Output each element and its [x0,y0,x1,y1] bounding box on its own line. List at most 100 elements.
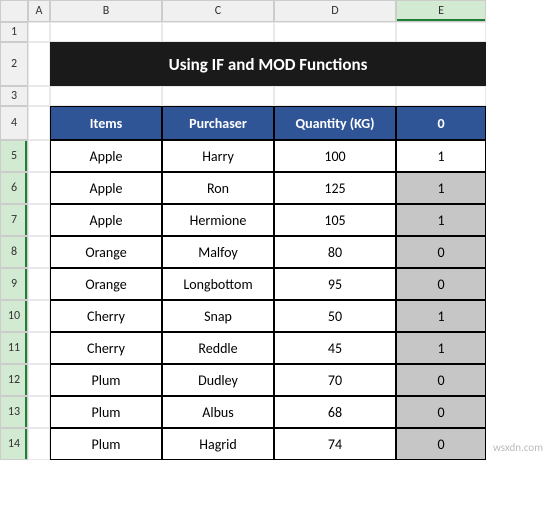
col-header-c[interactable]: C [162,0,274,22]
row-header-1[interactable]: 1 [0,22,28,42]
col-header-a[interactable]: A [28,0,50,22]
cell-e[interactable]: 0 [396,268,486,300]
table-row: 5 AppleHarry1001 [0,140,549,172]
row-header-10[interactable]: 10 [0,300,28,332]
cell-c3[interactable] [162,86,274,106]
cell-a13[interactable] [28,396,50,428]
table-row: 6 AppleRon1251 [0,172,549,204]
cell-a7[interactable] [28,204,50,236]
cell-quantity[interactable]: 80 [274,236,396,268]
row-header-13[interactable]: 13 [0,396,28,428]
row-header-11[interactable]: 11 [0,332,28,364]
cell-a12[interactable] [28,364,50,396]
cell-item[interactable]: Apple [50,140,162,172]
cell-a11[interactable] [28,332,50,364]
table-row: 9 OrangeLongbottom950 [0,268,549,300]
cell-c1[interactable] [162,22,274,42]
cell-e[interactable]: 1 [396,332,486,364]
row-2: 2 Using IF and MOD Functions [0,42,549,86]
row-header-7[interactable]: 7 [0,204,28,236]
cell-a1[interactable] [28,22,50,42]
cell-e[interactable]: 0 [396,364,486,396]
cell-e[interactable]: 1 [396,300,486,332]
cell-purchaser[interactable]: Reddle [162,332,274,364]
cell-a5[interactable] [28,140,50,172]
cell-e[interactable]: 0 [396,396,486,428]
cell-a3[interactable] [28,86,50,106]
row-header-12[interactable]: 12 [0,364,28,396]
cell-item[interactable]: Orange [50,236,162,268]
table-row: 8 OrangeMalfoy800 [0,236,549,268]
cell-a4[interactable] [28,106,50,140]
cell-purchaser[interactable]: Malfoy [162,236,274,268]
cell-purchaser[interactable]: Snap [162,300,274,332]
header-e[interactable]: 0 [396,106,486,140]
row-header-14[interactable]: 14 [0,428,28,460]
cell-item[interactable]: Plum [50,428,162,460]
cell-item[interactable]: Cherry [50,300,162,332]
cell-e[interactable]: 1 [396,204,486,236]
cell-purchaser[interactable]: Dudley [162,364,274,396]
cell-a6[interactable] [28,172,50,204]
cell-quantity[interactable]: 68 [274,396,396,428]
col-header-b[interactable]: B [50,0,162,22]
cell-purchaser[interactable]: Hermione [162,204,274,236]
row-header-4[interactable]: 4 [0,106,28,140]
cell-quantity[interactable]: 74 [274,428,396,460]
cell-quantity[interactable]: 45 [274,332,396,364]
row-header-2[interactable]: 2 [0,42,28,86]
row-4: 4 Items Purchaser Quantity (KG) 0 [0,106,549,140]
col-header-d[interactable]: D [274,0,396,22]
cell-purchaser[interactable]: Ron [162,172,274,204]
cell-quantity[interactable]: 95 [274,268,396,300]
cell-e3[interactable] [396,86,486,106]
cell-b3[interactable] [50,86,162,106]
cell-purchaser[interactable]: Albus [162,396,274,428]
cell-e[interactable]: 1 [396,172,486,204]
header-purchaser[interactable]: Purchaser [162,106,274,140]
row-header-8[interactable]: 8 [0,236,28,268]
cell-e[interactable]: 1 [396,140,486,172]
cell-purchaser[interactable]: Harry [162,140,274,172]
cell-item[interactable]: Apple [50,204,162,236]
cell-a2[interactable] [28,42,50,86]
cell-purchaser[interactable]: Longbottom [162,268,274,300]
cell-quantity[interactable]: 100 [274,140,396,172]
cell-item[interactable]: Orange [50,268,162,300]
cell-quantity[interactable]: 50 [274,300,396,332]
header-items[interactable]: Items [50,106,162,140]
spreadsheet: A B C D E 1 2 Using IF and MOD Functions… [0,0,549,460]
cell-quantity[interactable]: 105 [274,204,396,236]
cell-a8[interactable] [28,236,50,268]
cell-a10[interactable] [28,300,50,332]
cell-item[interactable]: Plum [50,396,162,428]
cell-a14[interactable] [28,428,50,460]
cell-quantity[interactable]: 70 [274,364,396,396]
table-row: 7 AppleHermione1051 [0,204,549,236]
row-3: 3 [0,86,549,106]
col-header-e[interactable]: E [396,0,486,22]
title-cell[interactable]: Using IF and MOD Functions [50,42,486,86]
cell-purchaser[interactable]: Hagrid [162,428,274,460]
table-row: 12 PlumDudley700 [0,364,549,396]
cell-b1[interactable] [50,22,162,42]
row-header-3[interactable]: 3 [0,86,28,106]
cell-item[interactable]: Apple [50,172,162,204]
cell-quantity[interactable]: 125 [274,172,396,204]
cell-d3[interactable] [274,86,396,106]
header-quantity[interactable]: Quantity (KG) [274,106,396,140]
cell-d1[interactable] [274,22,396,42]
cell-e[interactable]: 0 [396,428,486,460]
cell-item[interactable]: Plum [50,364,162,396]
row-header-5[interactable]: 5 [0,140,28,172]
cell-e1[interactable] [396,22,486,42]
cell-e[interactable]: 0 [396,236,486,268]
watermark: wsxdn.com [493,441,543,454]
row-header-6[interactable]: 6 [0,172,28,204]
column-headers: A B C D E [0,0,549,22]
cell-item[interactable]: Cherry [50,332,162,364]
row-header-9[interactable]: 9 [0,268,28,300]
table-row: 14 PlumHagrid740 [0,428,549,460]
cell-a9[interactable] [28,268,50,300]
select-all-corner[interactable] [0,0,28,22]
